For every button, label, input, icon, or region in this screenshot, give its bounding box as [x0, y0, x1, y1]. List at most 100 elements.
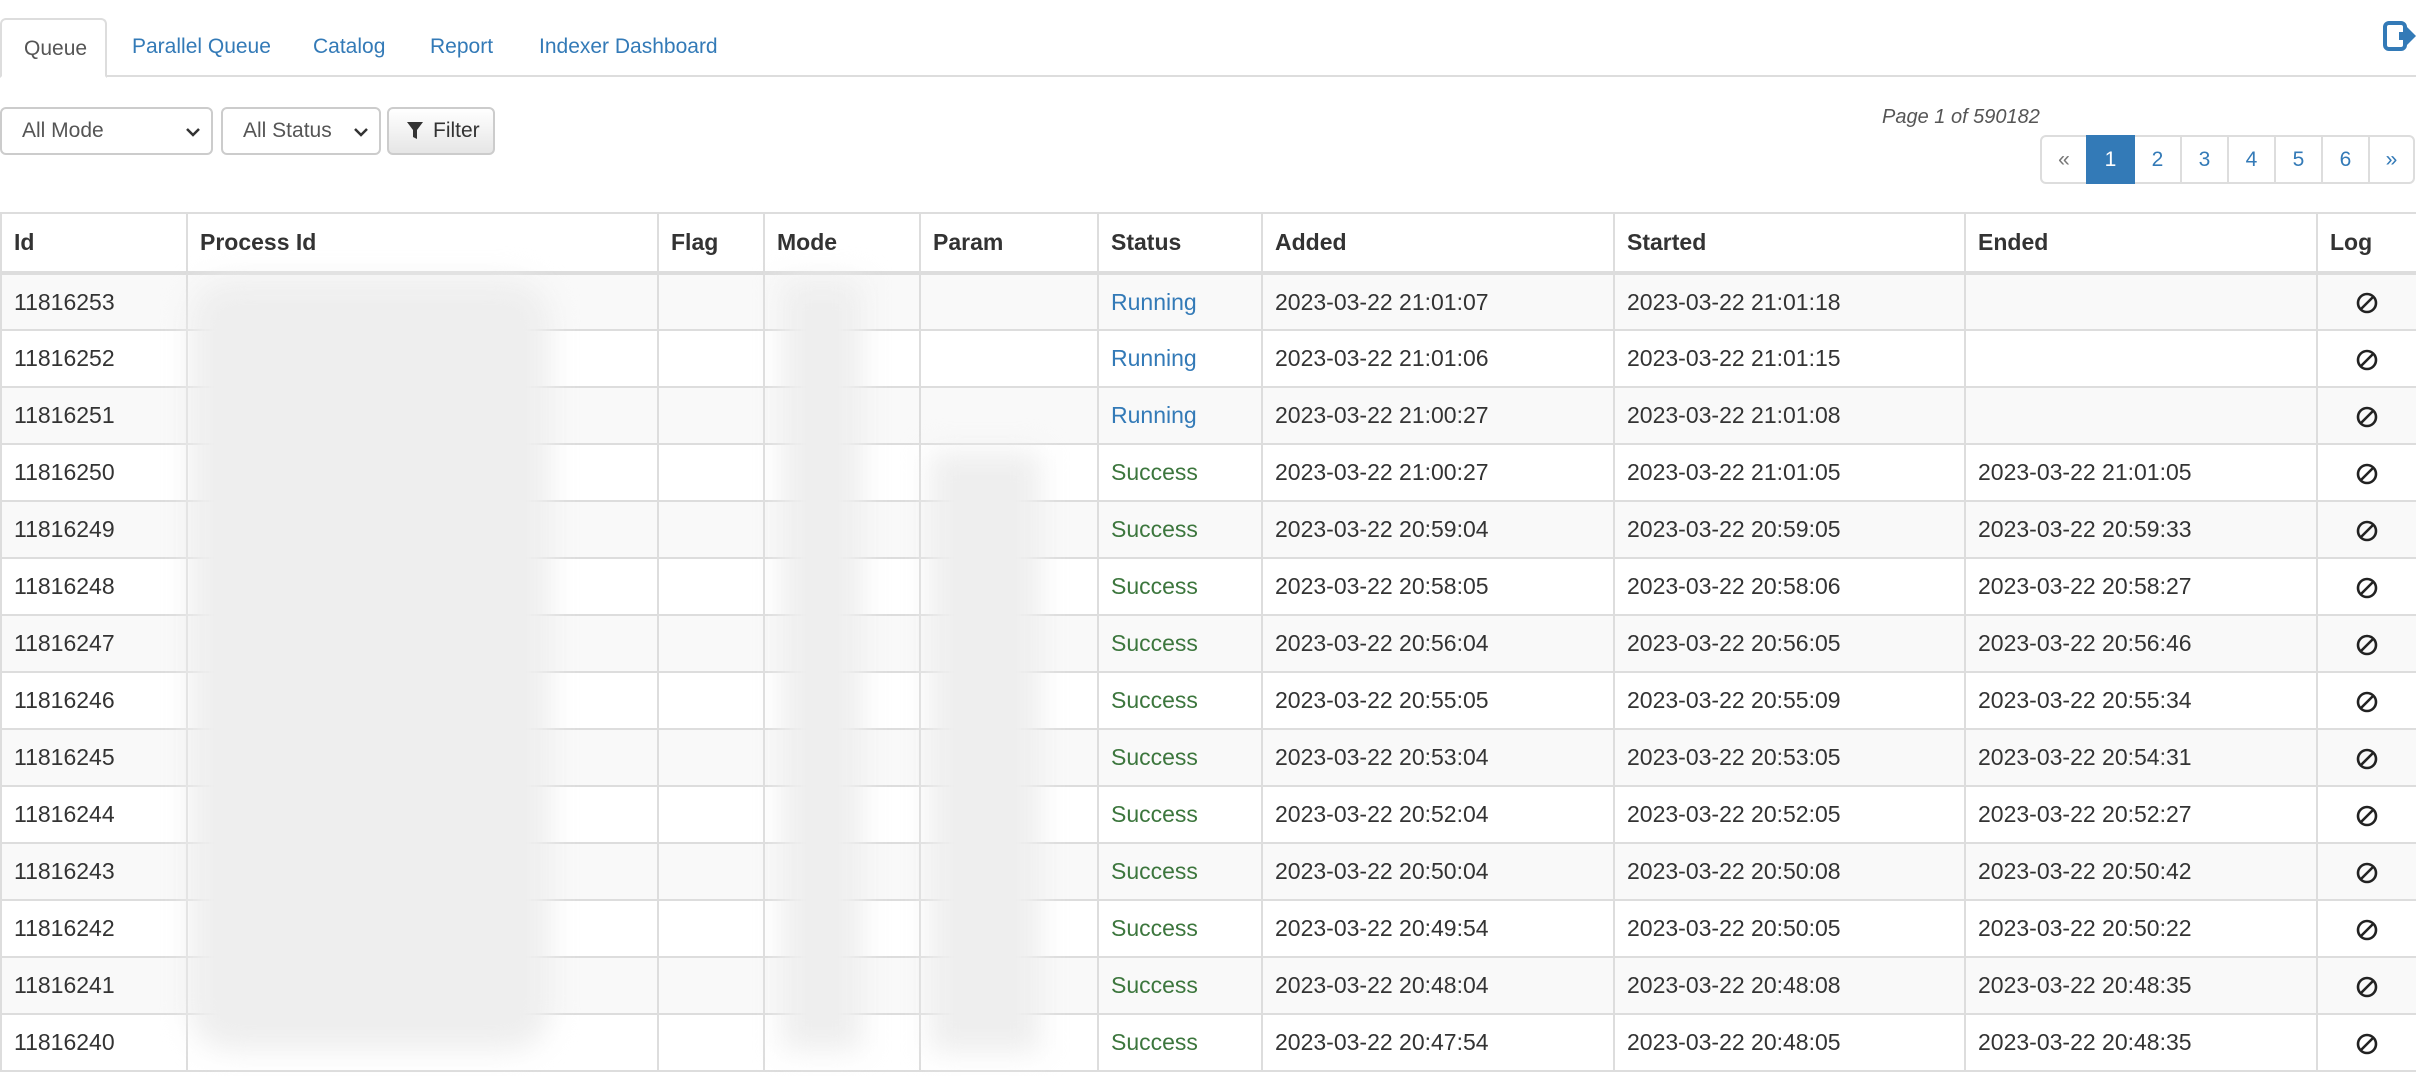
ban-icon[interactable]: [2355, 861, 2379, 885]
started-cell: 2023-03-22 21:01:15: [1613, 329, 1966, 388]
ban-icon[interactable]: [2355, 975, 2379, 999]
ban-icon[interactable]: [2355, 348, 2379, 372]
ban-icon[interactable]: [2355, 462, 2379, 486]
ban-icon[interactable]: [2355, 633, 2379, 657]
mode-cell: [763, 443, 921, 502]
logout-icon[interactable]: [2382, 20, 2416, 54]
tab-catalog[interactable]: Catalog: [313, 18, 385, 78]
table-header-row: Id Process Id Flag Mode Param Status Add…: [0, 212, 2416, 275]
col-header-added[interactable]: Added: [1261, 212, 1615, 275]
tab-report[interactable]: Report: [430, 18, 493, 78]
tab-indexer-dashboard[interactable]: Indexer Dashboard: [539, 18, 718, 78]
pagination-page-2[interactable]: 2: [2133, 135, 2182, 184]
filter-button[interactable]: Filter: [387, 107, 495, 155]
id-cell: 11816249: [0, 500, 188, 559]
col-header-id[interactable]: Id: [0, 212, 188, 275]
pagination-page-6[interactable]: 6: [2321, 135, 2370, 184]
status-cell: Success: [1097, 443, 1263, 502]
added-cell: 2023-03-22 20:53:04: [1261, 728, 1615, 787]
pagination-page-3[interactable]: 3: [2180, 135, 2229, 184]
tab-queue[interactable]: Queue: [0, 18, 107, 78]
mode-cell: [763, 272, 921, 331]
pagination-page-4[interactable]: 4: [2227, 135, 2276, 184]
status-cell: Success: [1097, 899, 1263, 958]
queue-page: Queue Parallel Queue Catalog Report Inde…: [0, 0, 2416, 1076]
log-cell: [2316, 500, 2416, 559]
pagination-prev[interactable]: «: [2040, 135, 2088, 184]
col-header-status[interactable]: Status: [1097, 212, 1263, 275]
param-cell: [919, 443, 1099, 502]
table-row[interactable]: 11816245 Success 2023-03-22 20:53:04 2023-0…: [0, 728, 2416, 787]
col-header-param[interactable]: Param: [919, 212, 1099, 275]
table-row[interactable]: 11816250 Success 2023-03-22 21:00:27 2023-0…: [0, 443, 2416, 502]
added-cell: 2023-03-22 20:48:04: [1261, 956, 1615, 1015]
tab-parallel-queue[interactable]: Parallel Queue: [132, 18, 271, 78]
col-header-started[interactable]: Started: [1613, 212, 1966, 275]
table-row[interactable]: 11816246 Success 2023-03-22 20:55:05 2023-0…: [0, 671, 2416, 730]
added-cell: 2023-03-22 21:01:06: [1261, 329, 1615, 388]
status-select[interactable]: All Status: [221, 107, 381, 155]
started-cell: 2023-03-22 20:56:05: [1613, 614, 1966, 673]
ban-icon[interactable]: [2355, 576, 2379, 600]
added-cell: 2023-03-22 21:00:27: [1261, 443, 1615, 502]
table-row[interactable]: 11816249 Success 2023-03-22 20:59:04 2023-0…: [0, 500, 2416, 559]
table-row[interactable]: 11816248 Success 2023-03-22 20:58:05 2023-0…: [0, 557, 2416, 616]
table-row[interactable]: 11816242 Success 2023-03-22 20:49:54 2023-0…: [0, 899, 2416, 958]
pagination-page-5[interactable]: 5: [2274, 135, 2323, 184]
ban-icon[interactable]: [2355, 804, 2379, 828]
log-cell: [2316, 1013, 2416, 1072]
ended-cell: 2023-03-22 20:48:35: [1964, 1013, 2318, 1072]
log-cell: [2316, 272, 2416, 331]
ban-icon[interactable]: [2355, 747, 2379, 771]
table-row[interactable]: 11816243 Success 2023-03-22 20:50:04 2023-0…: [0, 842, 2416, 901]
col-header-flag[interactable]: Flag: [657, 212, 765, 275]
ban-icon[interactable]: [2355, 690, 2379, 714]
table-body: 11816253 Running 2023-03-22 21:01:07 2023-0…: [0, 272, 2416, 1072]
ended-cell: 2023-03-22 20:52:27: [1964, 785, 2318, 844]
ended-cell: 2023-03-22 20:56:46: [1964, 614, 2318, 673]
started-cell: 2023-03-22 20:53:05: [1613, 728, 1966, 787]
table-row[interactable]: 11816252 Running 2023-03-22 21:01:06 2023-0…: [0, 329, 2416, 388]
process-id-cell: [186, 671, 659, 730]
ban-icon[interactable]: [2355, 1032, 2379, 1056]
id-cell: 11816243: [0, 842, 188, 901]
pagination-page-1[interactable]: 1: [2086, 135, 2135, 184]
flag-cell: [657, 500, 765, 559]
pagination-next[interactable]: »: [2368, 135, 2415, 184]
param-cell: [919, 842, 1099, 901]
flag-cell: [657, 1013, 765, 1072]
ended-cell: [1964, 329, 2318, 388]
mode-cell: [763, 614, 921, 673]
status-cell: Success: [1097, 500, 1263, 559]
table-row[interactable]: 11816251 Running 2023-03-22 21:00:27 2023-0…: [0, 386, 2416, 445]
ban-icon[interactable]: [2355, 519, 2379, 543]
nav-tabs: Queue Parallel Queue Catalog Report Inde…: [0, 0, 2416, 78]
status-cell: Success: [1097, 671, 1263, 730]
id-cell: 11816253: [0, 272, 188, 331]
process-id-cell: [186, 728, 659, 787]
mode-select[interactable]: All Mode: [0, 107, 213, 155]
mode-cell: [763, 728, 921, 787]
col-header-ended[interactable]: Ended: [1964, 212, 2318, 275]
param-cell: [919, 500, 1099, 559]
table-row[interactable]: 11816244 Success 2023-03-22 20:52:04 2023-0…: [0, 785, 2416, 844]
table-row[interactable]: 11816240 Success 2023-03-22 20:47:54 2023-0…: [0, 1013, 2416, 1072]
process-id-cell: [186, 1013, 659, 1072]
ban-icon[interactable]: [2355, 291, 2379, 315]
log-cell: [2316, 443, 2416, 502]
table-row[interactable]: 11816253 Running 2023-03-22 21:01:07 2023-0…: [0, 272, 2416, 331]
col-header-mode[interactable]: Mode: [763, 212, 921, 275]
param-cell: [919, 272, 1099, 331]
col-header-process-id[interactable]: Process Id: [186, 212, 659, 275]
process-id-cell: [186, 785, 659, 844]
added-cell: 2023-03-22 20:47:54: [1261, 1013, 1615, 1072]
param-cell: [919, 614, 1099, 673]
table-row[interactable]: 11816241 Success 2023-03-22 20:48:04 2023-0…: [0, 956, 2416, 1015]
process-id-cell: [186, 899, 659, 958]
ban-icon[interactable]: [2355, 918, 2379, 942]
col-header-log[interactable]: Log: [2316, 212, 2416, 275]
table-row[interactable]: 11816247 Success 2023-03-22 20:56:04 2023-0…: [0, 614, 2416, 673]
status-cell: Success: [1097, 614, 1263, 673]
started-cell: 2023-03-22 20:48:08: [1613, 956, 1966, 1015]
ban-icon[interactable]: [2355, 405, 2379, 429]
